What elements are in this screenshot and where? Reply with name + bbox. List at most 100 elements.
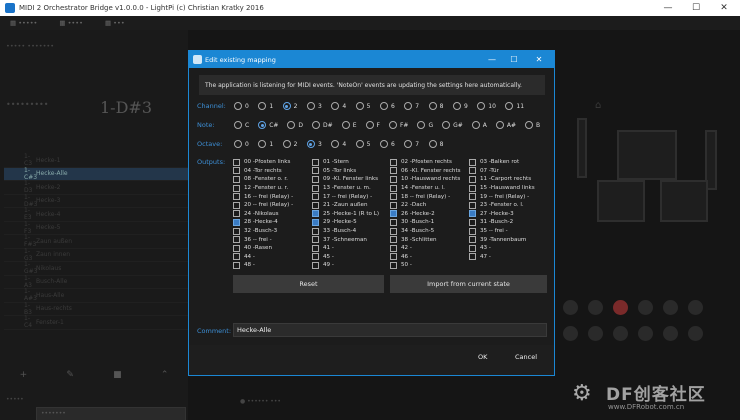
channel-option[interactable]: 0: [234, 102, 249, 110]
maximize-icon[interactable]: ☐: [683, 0, 709, 16]
output-checkbox[interactable]: [312, 218, 319, 226]
note-radio[interactable]: [471, 121, 480, 129]
output-checkbox[interactable]: [312, 201, 319, 209]
output-checkbox-item[interactable]: 14 -Fenster u. l.: [390, 184, 468, 193]
output-checkbox-item[interactable]: 46 -: [390, 253, 468, 262]
list-item[interactable]: 1-F3 Hecke-5: [4, 221, 188, 235]
channel-option[interactable]: 5: [355, 102, 370, 110]
channel-option[interactable]: 1: [258, 102, 273, 110]
output-checkbox[interactable]: [469, 236, 476, 244]
import-button[interactable]: Import from current state: [390, 275, 547, 293]
minimize-icon[interactable]: —: [655, 0, 681, 16]
list-item[interactable]: 1-A3 Busch-Alle: [4, 275, 188, 289]
output-checkbox-item[interactable]: 47 -: [469, 253, 547, 262]
list-item[interactable]: 1-G#3 Nikolaus: [4, 261, 188, 276]
output-checkbox[interactable]: [312, 227, 319, 235]
note-option[interactable]: C#: [258, 121, 278, 129]
output-circle[interactable]: [663, 300, 678, 315]
output-checkbox-item[interactable]: 45 -: [312, 253, 390, 262]
output-circle[interactable]: [563, 300, 578, 315]
note-option[interactable]: B: [525, 121, 540, 129]
output-checkbox-item[interactable]: 39 -Tannenbaum: [469, 235, 547, 244]
output-checkbox[interactable]: [390, 184, 397, 192]
output-circle[interactable]: [688, 300, 703, 315]
output-checkbox-item[interactable]: 19 -- frei (Relay) -: [469, 192, 547, 201]
channel-radio[interactable]: [355, 102, 364, 110]
output-checkbox[interactable]: [469, 175, 476, 183]
output-checkbox-item[interactable]: 37 -Schneeman: [312, 235, 390, 244]
output-checkbox-item[interactable]: 44 -: [233, 253, 311, 262]
output-checkbox[interactable]: [233, 184, 240, 192]
note-option[interactable]: D: [287, 121, 303, 129]
output-checkbox[interactable]: [469, 253, 476, 261]
output-checkbox[interactable]: [469, 184, 476, 192]
close-icon[interactable]: ✕: [711, 0, 737, 16]
channel-radio[interactable]: [306, 102, 315, 110]
octave-radio[interactable]: [282, 140, 291, 148]
output-circle[interactable]: [588, 326, 603, 341]
output-checkbox-item[interactable]: 32 -Busch-3: [233, 227, 311, 236]
output-circle[interactable]: [638, 300, 653, 315]
output-checkbox[interactable]: [312, 210, 319, 218]
maximize-icon[interactable]: ☐: [503, 51, 525, 68]
output-checkbox[interactable]: [233, 210, 240, 218]
output-checkbox-item[interactable]: 22 -Dach: [390, 201, 468, 210]
output-checkbox[interactable]: [390, 201, 397, 209]
channel-radio[interactable]: [331, 102, 340, 110]
octave-option[interactable]: 3: [306, 140, 322, 148]
output-checkbox[interactable]: [233, 253, 240, 261]
output-checkbox[interactable]: [233, 261, 240, 269]
note-radio[interactable]: [417, 121, 426, 129]
channel-option[interactable]: 9: [452, 102, 468, 110]
output-checkbox-item[interactable]: 33 -Busch-4: [312, 227, 390, 236]
output-checkbox-item[interactable]: 48 -: [233, 261, 311, 270]
output-checkbox-item[interactable]: 43 -: [469, 244, 547, 253]
output-checkbox-item[interactable]: 23 -Fenster o. l.: [469, 201, 547, 210]
list-item[interactable]: 1-D3 Hecke-2: [4, 180, 188, 195]
note-radio[interactable]: [287, 121, 296, 129]
output-checkbox[interactable]: [233, 193, 240, 201]
channel-radio[interactable]: [452, 102, 461, 110]
output-checkbox[interactable]: [390, 261, 397, 269]
output-checkbox-item[interactable]: 34 -Busch-5: [390, 227, 468, 236]
output-checkbox[interactable]: [312, 253, 319, 261]
output-checkbox[interactable]: [233, 236, 240, 244]
output-checkbox-item[interactable]: 18 -- frei (Relay) -: [390, 192, 468, 201]
octave-option[interactable]: 7: [404, 140, 419, 148]
output-checkbox-item[interactable]: 16 -- frei (Relay) -: [233, 192, 311, 201]
channel-option[interactable]: 4: [331, 102, 346, 110]
output-checkbox-item[interactable]: 00 -Pfosten links: [233, 158, 311, 167]
note-radio[interactable]: [388, 121, 397, 129]
output-checkbox[interactable]: [312, 167, 319, 175]
output-checkbox[interactable]: [312, 193, 319, 201]
output-checkbox-item[interactable]: 20 -- frei (Relay) -: [233, 201, 311, 210]
minimize-icon[interactable]: —: [481, 51, 503, 68]
output-checkbox[interactable]: [312, 236, 319, 244]
output-checkbox[interactable]: [390, 210, 397, 218]
channel-radio[interactable]: [477, 102, 486, 110]
note-option[interactable]: A#: [495, 121, 516, 129]
output-checkbox-item[interactable]: 21 -Zaun außen: [312, 201, 390, 210]
note-option[interactable]: G#: [442, 121, 463, 129]
note-radio[interactable]: [442, 121, 451, 129]
reset-button[interactable]: Reset: [233, 275, 384, 293]
note-option[interactable]: E: [341, 121, 357, 129]
channel-radio[interactable]: [379, 102, 388, 110]
channel-option[interactable]: 3: [306, 102, 322, 110]
output-checkbox-item[interactable]: 11 -Carport rechts: [469, 175, 547, 184]
list-item[interactable]: 1-F#3 Zaun außen: [4, 234, 188, 249]
output-checkbox-item[interactable]: 28 -Hecke-4: [233, 218, 311, 227]
list-item[interactable]: 1-G3 Zaun innen: [4, 248, 188, 262]
note-radio[interactable]: [258, 121, 267, 129]
octave-radio[interactable]: [258, 140, 267, 148]
note-option[interactable]: A: [471, 121, 487, 129]
output-checkbox-item[interactable]: 13 -Fenster u. m.: [312, 184, 390, 193]
output-checkbox-item[interactable]: 15 -Hauswand links: [469, 184, 547, 193]
output-checkbox-item[interactable]: 07 -Tür: [469, 167, 547, 176]
note-radio[interactable]: [234, 121, 242, 129]
output-checkbox-item[interactable]: 30 -Busch-1: [390, 218, 468, 227]
output-checkbox[interactable]: [390, 175, 397, 183]
output-checkbox-item[interactable]: 49 -: [312, 261, 390, 270]
output-circle[interactable]: [638, 326, 653, 341]
octave-radio[interactable]: [404, 140, 413, 148]
